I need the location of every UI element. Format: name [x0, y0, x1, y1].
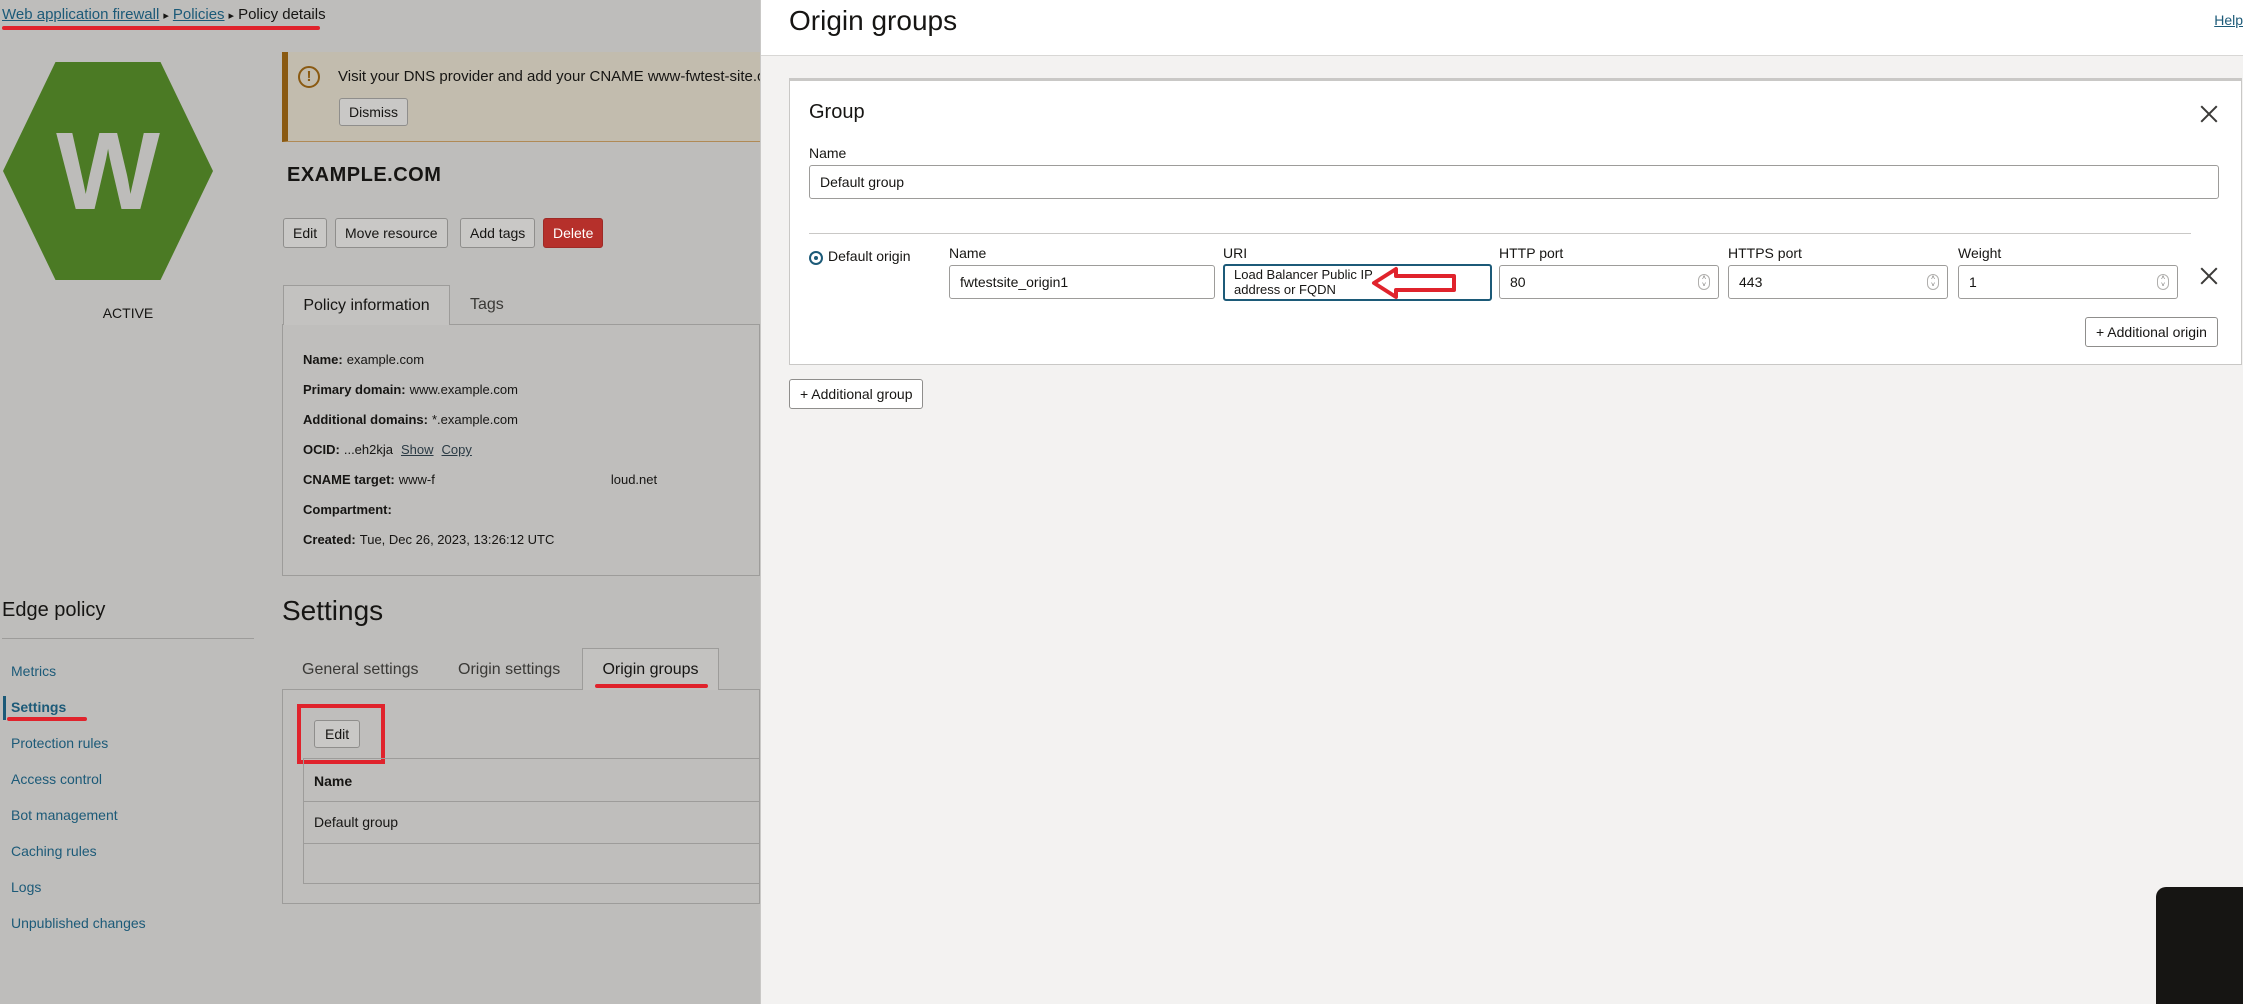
nav-metrics[interactable]: Metrics	[11, 663, 56, 679]
weight-value: 1	[1969, 274, 1977, 290]
group-card: Group Name Default group Default origin …	[789, 78, 2242, 365]
nav-settings[interactable]: Settings	[11, 699, 66, 715]
nav-caching-rules[interactable]: Caching rules	[11, 843, 97, 859]
groups-table: Name Default group	[303, 758, 760, 884]
tab-policy-information[interactable]: Policy information	[283, 285, 450, 325]
https-port-stepper[interactable]: 443 ˄ ˅	[1728, 265, 1948, 299]
ocid-show-link[interactable]: Show	[401, 442, 434, 457]
nav-active-indicator	[3, 696, 6, 720]
page-title: EXAMPLE.COM	[287, 164, 442, 186]
drawer-header: Origin groups Help	[761, 0, 2243, 56]
highlight-underline	[595, 684, 708, 688]
info-additional-domains: Additional domains: *.example.com	[303, 412, 518, 427]
table-header-name: Name	[314, 773, 353, 789]
tab-general-settings[interactable]: General settings	[302, 650, 419, 690]
table-row: Default group	[314, 814, 399, 830]
tab-origin-settings[interactable]: Origin settings	[458, 650, 560, 690]
breadcrumb-current: Policy details	[238, 6, 326, 23]
uri-label: URI	[1223, 245, 1248, 261]
divider	[304, 801, 759, 802]
info-compartment: Compartment:	[303, 502, 392, 517]
origin-name-label: Name	[949, 245, 987, 261]
info-primary-domain: Primary domain: www.example.com	[303, 382, 518, 397]
divider	[2, 638, 254, 639]
https-port-value: 443	[1739, 274, 1763, 290]
settings-title: Settings	[282, 595, 384, 626]
breadcrumb-waf-link[interactable]: Web application firewall	[2, 6, 159, 23]
https-port-label: HTTPS port	[1728, 245, 1802, 261]
group-name-input[interactable]: Default group	[809, 165, 2219, 199]
drawer-title: Origin groups	[789, 5, 958, 36]
nav-bot-management[interactable]: Bot management	[11, 807, 118, 823]
default-origin-radio[interactable]	[809, 251, 823, 265]
info-cname-target: CNAME target: www-f loud.net	[303, 472, 658, 487]
info-created: Created: Tue, Dec 26, 2023, 13:26:12 UTC	[303, 532, 555, 547]
edge-policy-title: Edge policy	[2, 599, 106, 621]
status-label: ACTIVE	[102, 305, 154, 321]
origin-name-input[interactable]: fwtestsite_origin1	[949, 265, 1215, 299]
warning-icon: !	[298, 66, 320, 88]
arrow-left-icon	[1372, 267, 1456, 299]
edit-button[interactable]: Edit	[283, 218, 328, 248]
nav-protection-rules[interactable]: Protection rules	[11, 735, 108, 751]
add-group-button[interactable]: + Additional group	[789, 379, 924, 409]
http-port-value: 80	[1510, 274, 1526, 290]
dns-banner: ! Visit your DNS provider and add your C…	[282, 52, 797, 142]
breadcrumb-policies-link[interactable]: Policies	[173, 6, 225, 23]
banner-text: Visit your DNS provider and add your CNA…	[338, 68, 798, 85]
info-name: Name: example.com	[303, 352, 425, 367]
tab-tags[interactable]: Tags	[470, 285, 504, 325]
move-resource-button[interactable]: Move resource	[335, 218, 448, 248]
help-link[interactable]: Help	[2214, 12, 2243, 28]
origin-groups-drawer: Origin groups Help Group Name Default gr…	[760, 0, 2243, 1004]
group-title: Group	[809, 101, 865, 123]
stepper-arrows-icon[interactable]: ˄ ˅	[1927, 274, 1939, 290]
highlight-underline	[2, 26, 320, 30]
add-tags-button[interactable]: Add tags	[460, 218, 536, 248]
highlight-underline	[7, 717, 87, 721]
policy-logo: W	[3, 62, 213, 280]
divider	[304, 843, 759, 844]
stepper-arrows-icon[interactable]: ˄ ˅	[1698, 274, 1710, 290]
dismiss-button[interactable]: Dismiss	[339, 98, 408, 126]
breadcrumb: Web application firewall ▸ Policies ▸ Policy…	[2, 6, 326, 23]
nav-access-control[interactable]: Access control	[11, 771, 102, 787]
nav-logs[interactable]: Logs	[11, 879, 41, 895]
ocid-copy-link[interactable]: Copy	[442, 442, 472, 457]
dark-overlay-widget	[2156, 887, 2243, 1004]
group-name-label: Name	[809, 145, 847, 161]
add-origin-button[interactable]: + Additional origin	[2085, 317, 2218, 347]
close-icon[interactable]	[2200, 105, 2218, 123]
nav-unpublished-changes[interactable]: Unpublished changes	[11, 915, 146, 931]
background-page: Web application firewall ▸ Policies ▸ Policy…	[0, 0, 797, 1004]
remove-origin-icon[interactable]	[2200, 267, 2218, 285]
weight-stepper[interactable]: 1 ˄ ˅	[1958, 265, 2178, 299]
divider	[809, 233, 2191, 234]
delete-button[interactable]: Delete	[543, 218, 604, 248]
default-origin-label: Default origin	[828, 248, 911, 264]
groups-edit-button[interactable]: Edit	[314, 720, 361, 748]
policy-logo-letter: W	[56, 109, 160, 233]
http-port-label: HTTP port	[1499, 245, 1564, 261]
info-ocid: OCID: ...eh2kja Show Copy	[303, 442, 472, 457]
http-port-stepper[interactable]: 80 ˄ ˅	[1499, 265, 1719, 299]
weight-label: Weight	[1958, 245, 2002, 261]
breadcrumb-separator: ▸	[228, 10, 235, 22]
breadcrumb-separator: ▸	[163, 10, 169, 22]
stepper-arrows-icon[interactable]: ˄ ˅	[2157, 274, 2169, 290]
